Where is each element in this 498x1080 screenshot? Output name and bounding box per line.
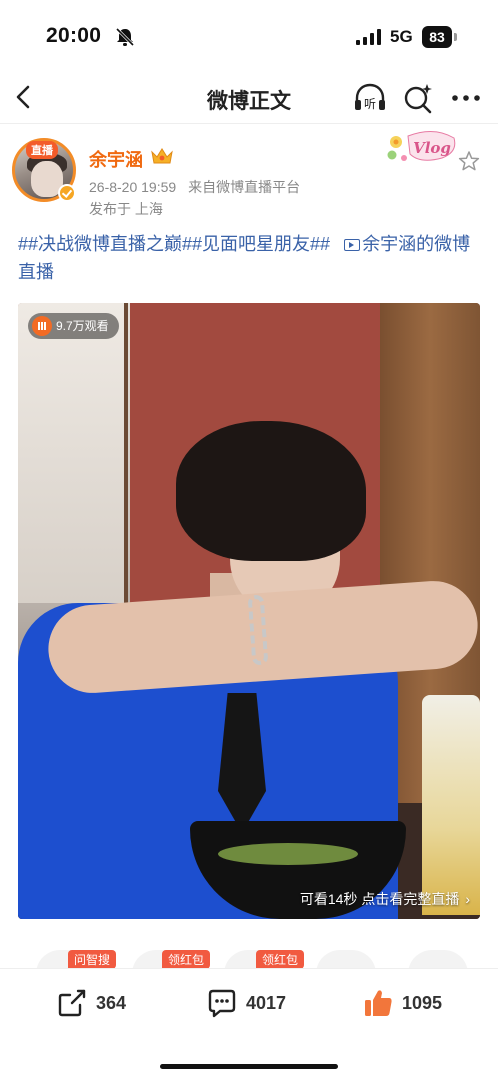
hot-tag-row: 问智搜 领红包 领红包 bbox=[0, 946, 498, 974]
live-video-thumbnail[interactable]: 9.7万观看 可看14秒 点击看完整直播 › bbox=[18, 303, 480, 919]
post-date: 26-8-20 19:59 bbox=[89, 179, 177, 195]
post-header: 直播 余宇涵 26-8-20 19:59 来自微博直播平台 发布于 上海 Vlo… bbox=[0, 124, 498, 224]
home-indicator[interactable] bbox=[160, 1064, 338, 1069]
post-meta: 26-8-20 19:59 来自微博直播平台 bbox=[89, 177, 308, 197]
vlog-sticker-text: Vlog bbox=[413, 139, 451, 157]
battery-indicator: 83 bbox=[422, 26, 458, 48]
bell-slash-icon bbox=[115, 27, 135, 47]
nav-bar: 微博正文 听 bbox=[0, 72, 498, 124]
avatar[interactable]: 直播 bbox=[12, 138, 76, 202]
username[interactable]: 余宇涵 bbox=[89, 146, 143, 172]
replay-hint-label: 可看14秒 点击看完整直播 bbox=[299, 891, 460, 907]
comment-count: 4017 bbox=[246, 992, 287, 1013]
comment-button[interactable]: 4017 bbox=[206, 985, 286, 1021]
person-hair bbox=[176, 421, 366, 561]
share-button[interactable]: 364 bbox=[56, 985, 126, 1021]
battery-cap bbox=[454, 33, 457, 41]
chevron-right-icon: › bbox=[465, 891, 470, 907]
network-label: 5G bbox=[390, 27, 413, 46]
status-bar: 20:00 5G 83 bbox=[0, 0, 498, 72]
comment-icon bbox=[208, 989, 236, 1018]
listen-glyph: 听 bbox=[364, 97, 376, 111]
battery-level: 83 bbox=[422, 26, 452, 48]
verified-icon bbox=[58, 184, 76, 202]
sauce-bag bbox=[422, 695, 480, 915]
vlog-sticker: Vlog bbox=[387, 131, 456, 161]
live-icon bbox=[32, 315, 52, 336]
hot-tag[interactable]: 问智搜 bbox=[68, 950, 117, 969]
video-icon bbox=[344, 239, 361, 251]
signal-icon bbox=[356, 29, 381, 45]
like-count: 1095 bbox=[402, 992, 443, 1013]
views-count: 9.7万观看 bbox=[56, 319, 109, 333]
more-icon[interactable] bbox=[450, 88, 482, 108]
post-location: 发布于 上海 bbox=[89, 201, 163, 217]
hot-tag[interactable]: 领红包 bbox=[162, 950, 211, 969]
post-source: 来自微博直播平台 bbox=[188, 179, 301, 195]
like-button[interactable]: 1095 bbox=[362, 985, 442, 1021]
share-icon bbox=[58, 989, 86, 1017]
avatar-live-badge: 直播 bbox=[26, 141, 58, 159]
star-icon[interactable] bbox=[458, 150, 480, 172]
bowl-greens bbox=[218, 843, 358, 865]
magic-search-icon[interactable] bbox=[402, 81, 434, 115]
views-badge: 9.7万观看 bbox=[28, 313, 119, 339]
replay-hint[interactable]: 可看14秒 点击看完整直播 › bbox=[300, 889, 470, 909]
thumbs-up-icon bbox=[365, 990, 392, 1016]
scene-window bbox=[18, 303, 128, 603]
status-time: 20:00 bbox=[46, 24, 102, 47]
crown-icon bbox=[151, 148, 173, 164]
listen-icon[interactable]: 听 bbox=[352, 81, 388, 115]
post-text: ##决战微博直播之巅##见面吧星朋友## 余宇涵的微博直播 bbox=[18, 230, 484, 286]
hot-tag[interactable]: 领红包 bbox=[256, 950, 305, 969]
action-bar: 364 4017 1095 bbox=[0, 968, 498, 1038]
share-count: 364 bbox=[96, 992, 127, 1013]
hashtag-link[interactable]: ##决战微博直播之巅##见面吧星朋友## bbox=[18, 234, 330, 254]
